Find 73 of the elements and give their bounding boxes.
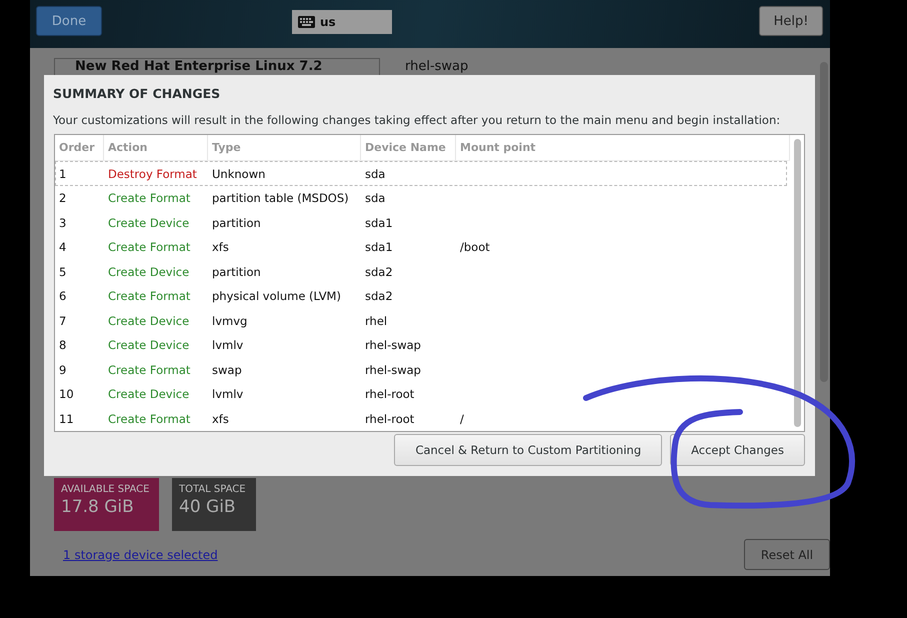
total-space-label: TOTAL SPACE: [179, 484, 247, 495]
table-cell-text: rhel-swap: [364, 362, 422, 377]
table-cell-text: partition: [211, 264, 262, 279]
keyboard-layout-label: us: [320, 14, 336, 28]
table-cell-text: 7: [58, 314, 68, 328]
table-cell-text: rhel: [364, 314, 388, 328]
table-cell-text: 11: [58, 412, 75, 426]
table-cell-text: sda2: [364, 289, 394, 304]
cancel-button[interactable]: Cancel & Return to Custom Partitioning: [394, 434, 662, 466]
available-space-value: 17.8 GiB: [61, 497, 135, 517]
table-cell-text: 8: [58, 338, 68, 352]
table-cell-text: rhel-swap: [364, 338, 422, 352]
table-cell-text: sda: [364, 191, 386, 206]
table-cell-text: 6: [58, 289, 68, 304]
table-cell-text: xfs: [211, 412, 230, 426]
table-cell-text: /boot: [459, 240, 491, 254]
help-button[interactable]: Help!: [759, 6, 823, 36]
total-space-value: 40 GiB: [179, 497, 237, 517]
table-cell-text: sda: [364, 166, 386, 181]
table-cell-text: 3: [58, 216, 68, 230]
table-row[interactable]: 1 Destroy Format Unknown sda: [55, 161, 787, 186]
device-heading: rhel-swap: [405, 58, 468, 74]
table-cell-text: lvmvg: [211, 314, 248, 328]
table-row[interactable]: 10 Create Device lvmlv rhel-root: [55, 382, 787, 406]
table-cell-text: Create Device: [107, 264, 190, 279]
table-cell-text: Create Format: [107, 289, 192, 304]
table-cell-text: Create Format: [107, 362, 192, 377]
table-cell-text: Destroy Format: [107, 166, 198, 181]
table-cell-text: sda1: [364, 216, 394, 230]
table-cell-text: swap: [211, 362, 243, 377]
table-cell-text: sda2: [364, 264, 394, 279]
table-cell-text: 5: [58, 264, 68, 279]
table-row[interactable]: 6 Create Format physical volume (LVM) sda2: [55, 284, 787, 308]
dialog-description: Your customizations will result in the following changes taking effect after you return to the main menu and begin installation:: [53, 113, 782, 127]
table-cell-text: sda1: [364, 240, 394, 254]
table-row[interactable]: 11 Create Format xfs rhel-root /: [55, 406, 787, 431]
table-cell-text: Create Format: [107, 191, 192, 206]
table-row[interactable]: 5 Create Device partition sda2: [55, 259, 787, 284]
table-row[interactable]: 2 Create Format partition table (MSDOS) sda: [55, 186, 787, 210]
table-cell-text: Create Device: [107, 314, 190, 328]
available-space-label: AVAILABLE SPACE: [61, 484, 150, 495]
table-cell-text: Create Device: [107, 387, 190, 402]
reset-all-button[interactable]: Reset All: [744, 539, 830, 570]
table-cell-text: partition table (MSDOS): [211, 191, 350, 206]
table-cell-text: /: [459, 412, 465, 426]
table-cell-text: physical volume (LVM): [211, 289, 342, 304]
table-row[interactable]: 7 Create Device lvmvg rhel: [55, 308, 787, 333]
table-cell-text: Create Format: [107, 240, 192, 254]
table-row[interactable]: 3 Create Device partition sda1: [55, 210, 787, 235]
table-cell-text: 9: [58, 362, 68, 377]
table-cell-text: lvmlv: [211, 338, 244, 352]
accept-button[interactable]: Accept Changes: [670, 434, 805, 466]
keyboard-layout-indicator[interactable]: us: [292, 10, 392, 34]
table-cell-text: 10: [58, 387, 75, 402]
table-cell-text: Create Device: [107, 216, 190, 230]
table-cell-text: 4: [58, 240, 68, 254]
table-cell-text: lvmlv: [211, 387, 244, 402]
table-cell-text: rhel-root: [364, 387, 416, 402]
table-cell-text: Create Format: [107, 412, 192, 426]
table-cell-text: Create Device: [107, 338, 190, 352]
table-row[interactable]: 4 Create Format xfs sda1 /boot: [55, 234, 787, 260]
table-cell-text: partition: [211, 216, 262, 230]
table-row[interactable]: 8 Create Device lvmlv rhel-swap: [55, 332, 787, 358]
table-row[interactable]: 9 Create Format swap rhel-swap: [55, 357, 787, 382]
dialog-title: SUMMARY OF CHANGES: [53, 86, 222, 101]
table-cell-text: xfs: [211, 240, 230, 254]
table-cell-text: rhel-root: [364, 412, 416, 426]
table-cell-text: 2: [58, 191, 68, 206]
table-cell-text: Unknown: [211, 166, 266, 181]
table-scrollbar[interactable]: [794, 139, 800, 427]
system-name: New Red Hat Enterprise Linux 7.2: [75, 59, 322, 74]
keyboard-icon: [298, 16, 315, 28]
table-cell-text: 1: [58, 166, 68, 181]
